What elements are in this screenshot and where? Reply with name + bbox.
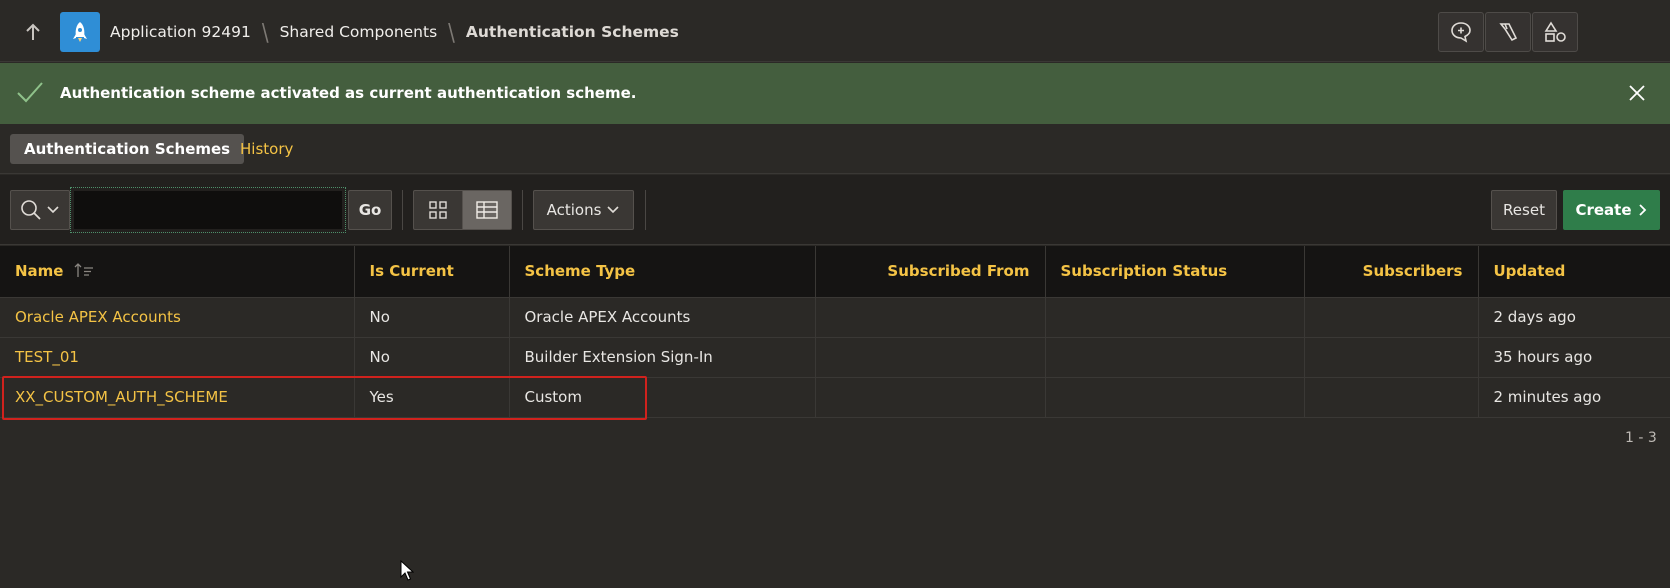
top-navigation-bar: Application 92491 \ Shared Components \ … — [0, 0, 1670, 62]
updated-cell: 35 hours ago — [1478, 337, 1670, 378]
search-column-menu[interactable] — [10, 190, 70, 230]
search-field-wrapper — [70, 187, 346, 233]
shapes-icon — [1544, 21, 1566, 42]
create-button[interactable]: Create — [1563, 190, 1660, 230]
pagination-summary: 1 - 3 — [1625, 430, 1657, 446]
table-view-icon — [476, 201, 498, 219]
scheme-type-cell: Oracle APEX Accounts — [509, 297, 816, 338]
scheme-type-cell: Custom — [509, 377, 816, 418]
column-header-subscribed-from[interactable]: Subscribed From — [815, 246, 1046, 298]
subscription-status-cell — [1045, 337, 1305, 378]
updated-cell: 2 minutes ago — [1478, 377, 1670, 418]
feedback-icon — [1451, 22, 1471, 43]
scheme-type-cell: Builder Extension Sign-In — [509, 337, 816, 378]
table-row: TEST_01 No Builder Extension Sign-In 35 … — [0, 337, 1670, 378]
subscribed-from-cell — [815, 297, 1046, 338]
mouse-cursor-icon — [400, 560, 414, 581]
authentication-schemes-report: Name Is Current Scheme Type Subscribed F… — [0, 246, 1670, 418]
actions-label: Actions — [546, 201, 602, 219]
tab-authentication-schemes[interactable]: Authentication Schemes — [10, 134, 245, 164]
updated-cell: 2 days ago — [1478, 297, 1670, 338]
tab-history[interactable]: History — [226, 134, 307, 164]
is-current-cell: Yes — [354, 377, 510, 418]
table-row: Oracle APEX Accounts No Oracle APEX Acco… — [0, 297, 1670, 338]
report-toolbar: Go Actions Reset Create — [0, 175, 1670, 245]
chevron-right-icon — [1638, 204, 1646, 216]
subscription-status-cell — [1045, 297, 1305, 338]
success-alert: Authentication scheme activated as curre… — [0, 63, 1670, 124]
subscribers-cell — [1304, 337, 1479, 378]
column-header-subscribers[interactable]: Subscribers — [1304, 246, 1479, 298]
toolbar-divider — [522, 190, 523, 230]
subscription-status-cell — [1045, 377, 1305, 418]
is-current-cell: No — [354, 337, 510, 378]
table-header-row: Name Is Current Scheme Type Subscribed F… — [0, 246, 1670, 298]
toolbar-divider — [402, 190, 403, 230]
actions-menu-button[interactable]: Actions — [533, 190, 634, 230]
grid-view-icon — [429, 201, 447, 219]
scheme-name-link[interactable]: Oracle APEX Accounts — [0, 297, 355, 338]
breadcrumb-separator: \ — [261, 17, 269, 47]
subscribers-cell — [1304, 297, 1479, 338]
developer-tools-button[interactable] — [1485, 12, 1531, 52]
arrow-up-icon[interactable] — [22, 20, 44, 44]
chevron-down-icon — [607, 206, 619, 214]
subscribed-from-cell — [815, 377, 1046, 418]
toolbar-divider — [645, 190, 646, 230]
create-label: Create — [1575, 201, 1632, 219]
column-header-subscription-status[interactable]: Subscription Status — [1045, 246, 1305, 298]
subscribers-cell — [1304, 377, 1479, 418]
table-row: XX_CUSTOM_AUTH_SCHEME Yes Custom 2 minut… — [0, 377, 1670, 418]
search-icon — [21, 200, 41, 220]
page-tabs: Authentication Schemes History — [0, 124, 1670, 174]
icon-view-button[interactable] — [413, 190, 463, 230]
breadcrumb-current-page: Authentication Schemes — [465, 23, 679, 41]
reset-button[interactable]: Reset — [1491, 190, 1557, 230]
column-header-name[interactable]: Name — [0, 246, 355, 298]
subscribed-from-cell — [815, 337, 1046, 378]
breadcrumb-separator: \ — [448, 17, 455, 47]
go-button[interactable]: Go — [348, 190, 392, 230]
sort-ascending-icon — [74, 263, 93, 278]
search-input[interactable] — [74, 191, 342, 229]
column-header-scheme-type[interactable]: Scheme Type — [509, 246, 816, 298]
check-icon — [17, 82, 43, 103]
column-header-label: Name — [15, 262, 64, 281]
chevron-down-icon — [47, 206, 59, 214]
breadcrumb-application[interactable]: Application 92491 — [110, 23, 251, 41]
rocket-icon[interactable] — [60, 12, 100, 52]
scheme-name-link[interactable]: XX_CUSTOM_AUTH_SCHEME — [0, 377, 355, 418]
column-header-is-current[interactable]: Is Current — [354, 246, 510, 298]
shapes-button[interactable] — [1532, 12, 1578, 52]
breadcrumb-shared-components[interactable]: Shared Components — [280, 23, 438, 41]
scheme-name-link[interactable]: TEST_01 — [0, 337, 355, 378]
column-header-updated[interactable]: Updated — [1478, 246, 1670, 298]
feedback-button[interactable] — [1438, 12, 1484, 52]
is-current-cell: No — [354, 297, 510, 338]
close-icon[interactable] — [1628, 84, 1646, 102]
breadcrumb: Application 92491 \ Shared Components \ … — [110, 17, 679, 47]
alert-message: Authentication scheme activated as curre… — [60, 84, 637, 102]
developer-tools-icon — [1499, 23, 1518, 42]
report-view-button[interactable] — [462, 190, 512, 230]
